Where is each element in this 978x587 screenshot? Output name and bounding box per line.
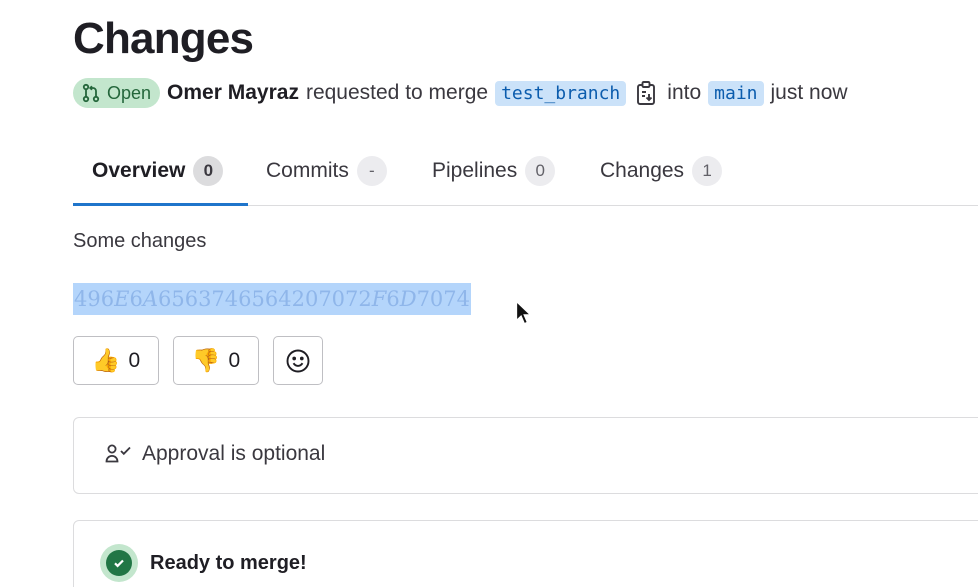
selected-math-text[interactable]: 496E6A6563746564207072F6D7074 (73, 283, 472, 315)
status-badge: Open (73, 78, 161, 108)
merge-status-text: Ready to merge! (150, 551, 307, 574)
thumbs-down-button[interactable]: 👎 0 (173, 336, 259, 385)
into-text: into (667, 81, 702, 104)
tab-label: Overview (92, 159, 186, 182)
thumbs-up-icon: 👍 (91, 347, 121, 373)
check-circle-icon (100, 544, 138, 582)
merge-panel: Ready to merge! (73, 520, 978, 587)
time-text: just now (770, 81, 848, 104)
tab-label: Pipelines (432, 159, 518, 182)
approval-panel: Approval is optional (73, 417, 978, 494)
author-link[interactable]: Omer Mayraz (167, 81, 299, 105)
add-reaction-button[interactable] (273, 336, 323, 385)
reactions-bar: 👍 0 👎 0 (73, 336, 323, 385)
tab-count: 0 (525, 156, 556, 186)
source-branch[interactable]: test_branch (495, 80, 627, 106)
thumbs-up-button[interactable]: 👍 0 (73, 336, 159, 385)
merge-request-icon (82, 83, 100, 103)
merge-request-meta: Open Omer Mayraz requested to merge test… (73, 78, 848, 108)
target-branch[interactable]: main (708, 80, 764, 106)
tab-count: 1 (692, 156, 723, 186)
description-text: Some changes (73, 230, 207, 252)
tab-label: Commits (266, 159, 349, 182)
status-label: Open (107, 82, 152, 103)
merge-request-tabs: Overview 0 Commits - Pipelines 0 Changes… (73, 140, 978, 206)
tab-commits[interactable]: Commits - (266, 156, 387, 186)
thumbs-up-count: 0 (128, 348, 141, 372)
thumbs-down-icon: 👎 (191, 347, 221, 373)
tab-overview[interactable]: Overview 0 (92, 156, 224, 186)
tab-count: 0 (193, 156, 224, 186)
page-title: Changes (73, 14, 254, 63)
tab-changes[interactable]: Changes 1 (600, 156, 723, 186)
thumbs-down-count: 0 (228, 348, 241, 372)
clipboard-icon[interactable] (635, 80, 657, 106)
mouse-pointer-icon (515, 300, 531, 325)
tab-pipelines[interactable]: Pipelines 0 (432, 156, 556, 186)
smiley-icon (286, 349, 310, 372)
highlighted-text[interactable]: 496E6A6563746564207072F6D7074 (73, 283, 472, 315)
tab-count: - (356, 156, 387, 186)
active-tab-indicator (73, 203, 248, 206)
action-text: requested to merge (305, 81, 489, 104)
approval-text: Approval is optional (142, 442, 326, 465)
approval-users-icon (105, 444, 131, 463)
tab-label: Changes (600, 159, 685, 182)
